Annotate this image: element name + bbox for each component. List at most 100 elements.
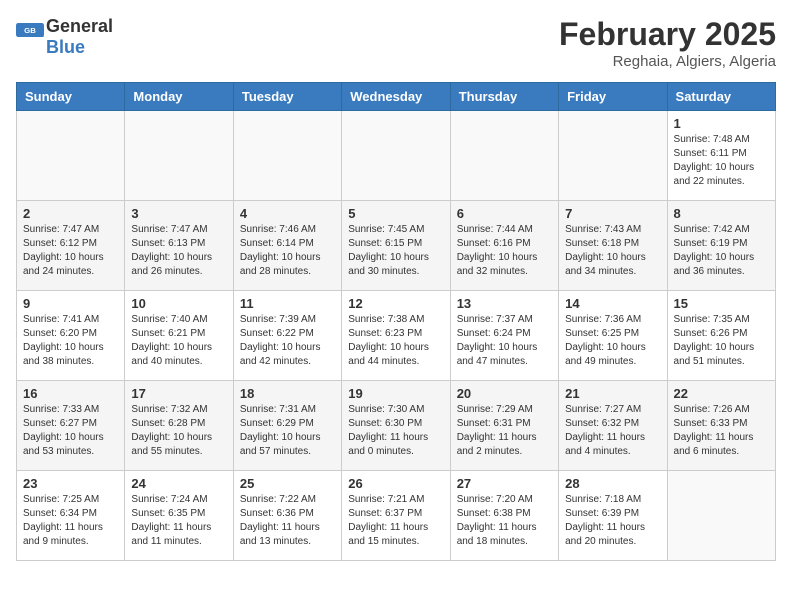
calendar-cell: 19 Sunrise: 7:30 AM Sunset: 6:30 PM Dayli… bbox=[342, 381, 450, 471]
day-number: 24 bbox=[131, 476, 226, 491]
day-number: 4 bbox=[240, 206, 335, 221]
day-number: 15 bbox=[674, 296, 769, 311]
month-title: February 2025 bbox=[559, 16, 776, 53]
calendar-cell: 5 Sunrise: 7:45 AM Sunset: 6:15 PM Daylig… bbox=[342, 201, 450, 291]
weekday-header-friday: Friday bbox=[559, 83, 667, 111]
day-info: Sunrise: 7:29 AM Sunset: 6:31 PM Dayligh… bbox=[457, 403, 552, 459]
calendar-cell: 18 Sunrise: 7:31 AM Sunset: 6:29 PM Dayli… bbox=[233, 381, 341, 471]
calendar-week-5: 23 Sunrise: 7:25 AM Sunset: 6:34 PM Dayli… bbox=[17, 471, 776, 561]
calendar-cell: 16Sunrise: 7:33 AM Sunset: 6:27 PM Dayli… bbox=[17, 381, 125, 471]
day-number: 27 bbox=[457, 476, 552, 491]
calendar-cell: 20 Sunrise: 7:29 AM Sunset: 6:31 PM Dayli… bbox=[450, 381, 558, 471]
day-info: Sunrise: 7:31 AM Sunset: 6:29 PM Dayligh… bbox=[240, 403, 335, 459]
day-number: 9 bbox=[23, 296, 118, 311]
page-header: GB General Blue February 2025 Reghaia, A… bbox=[16, 16, 776, 70]
calendar-week-1: 1Sunrise: 7:48 AM Sunset: 6:11 PM Daylig… bbox=[17, 111, 776, 201]
day-info: Sunrise: 7:44 AM Sunset: 6:16 PM Dayligh… bbox=[457, 223, 552, 279]
calendar-cell: 26 Sunrise: 7:21 AM Sunset: 6:37 PM Dayli… bbox=[342, 471, 450, 561]
calendar-cell: 13 Sunrise: 7:37 AM Sunset: 6:24 PM Dayli… bbox=[450, 291, 558, 381]
day-info: Sunrise: 7:35 AM Sunset: 6:26 PM Dayligh… bbox=[674, 313, 769, 369]
day-number: 13 bbox=[457, 296, 552, 311]
day-info: Sunrise: 7:30 AM Sunset: 6:30 PM Dayligh… bbox=[348, 403, 443, 459]
day-number: 3 bbox=[131, 206, 226, 221]
calendar-cell bbox=[667, 471, 775, 561]
day-number: 20 bbox=[457, 386, 552, 401]
day-info: Sunrise: 7:41 AM Sunset: 6:20 PM Dayligh… bbox=[23, 313, 118, 369]
day-info: Sunrise: 7:22 AM Sunset: 6:36 PM Dayligh… bbox=[240, 493, 335, 549]
weekday-header-row: SundayMondayTuesdayWednesdayThursdayFrid… bbox=[17, 83, 776, 111]
day-info: Sunrise: 7:32 AM Sunset: 6:28 PM Dayligh… bbox=[131, 403, 226, 459]
day-info: Sunrise: 7:47 AM Sunset: 6:12 PM Dayligh… bbox=[23, 223, 118, 279]
weekday-header-saturday: Saturday bbox=[667, 83, 775, 111]
day-info: Sunrise: 7:38 AM Sunset: 6:23 PM Dayligh… bbox=[348, 313, 443, 369]
calendar-cell: 9 Sunrise: 7:41 AM Sunset: 6:20 PM Daylig… bbox=[17, 291, 125, 381]
calendar-cell: 4 Sunrise: 7:46 AM Sunset: 6:14 PM Daylig… bbox=[233, 201, 341, 291]
day-info: Sunrise: 7:18 AM Sunset: 6:39 PM Dayligh… bbox=[565, 493, 660, 549]
weekday-header-tuesday: Tuesday bbox=[233, 83, 341, 111]
logo-icon: GB bbox=[16, 23, 44, 51]
calendar-cell: 14 Sunrise: 7:36 AM Sunset: 6:25 PM Dayli… bbox=[559, 291, 667, 381]
calendar-table: SundayMondayTuesdayWednesdayThursdayFrid… bbox=[16, 82, 776, 561]
svg-text:GB: GB bbox=[24, 26, 36, 35]
weekday-header-monday: Monday bbox=[125, 83, 233, 111]
day-number: 12 bbox=[348, 296, 443, 311]
calendar-week-4: 16Sunrise: 7:33 AM Sunset: 6:27 PM Dayli… bbox=[17, 381, 776, 471]
day-info: Sunrise: 7:21 AM Sunset: 6:37 PM Dayligh… bbox=[348, 493, 443, 549]
day-number: 7 bbox=[565, 206, 660, 221]
calendar-cell: 1Sunrise: 7:48 AM Sunset: 6:11 PM Daylig… bbox=[667, 111, 775, 201]
day-info: Sunrise: 7:39 AM Sunset: 6:22 PM Dayligh… bbox=[240, 313, 335, 369]
calendar-cell: 8Sunrise: 7:42 AM Sunset: 6:19 PM Daylig… bbox=[667, 201, 775, 291]
day-number: 19 bbox=[348, 386, 443, 401]
calendar-cell: 27 Sunrise: 7:20 AM Sunset: 6:38 PM Dayli… bbox=[450, 471, 558, 561]
day-number: 11 bbox=[240, 296, 335, 311]
calendar-week-2: 2Sunrise: 7:47 AM Sunset: 6:12 PM Daylig… bbox=[17, 201, 776, 291]
calendar-cell: 3 Sunrise: 7:47 AM Sunset: 6:13 PM Daylig… bbox=[125, 201, 233, 291]
calendar-cell: 10 Sunrise: 7:40 AM Sunset: 6:21 PM Dayli… bbox=[125, 291, 233, 381]
calendar-cell: 6 Sunrise: 7:44 AM Sunset: 6:16 PM Daylig… bbox=[450, 201, 558, 291]
day-number: 21 bbox=[565, 386, 660, 401]
day-info: Sunrise: 7:36 AM Sunset: 6:25 PM Dayligh… bbox=[565, 313, 660, 369]
day-info: Sunrise: 7:37 AM Sunset: 6:24 PM Dayligh… bbox=[457, 313, 552, 369]
day-number: 22 bbox=[674, 386, 769, 401]
day-number: 17 bbox=[131, 386, 226, 401]
calendar-cell: 15 Sunrise: 7:35 AM Sunset: 6:26 PM Dayli… bbox=[667, 291, 775, 381]
calendar-cell: 2Sunrise: 7:47 AM Sunset: 6:12 PM Daylig… bbox=[17, 201, 125, 291]
day-number: 23 bbox=[23, 476, 118, 491]
day-number: 5 bbox=[348, 206, 443, 221]
calendar-cell bbox=[559, 111, 667, 201]
day-number: 18 bbox=[240, 386, 335, 401]
calendar-cell bbox=[17, 111, 125, 201]
calendar-cell: 23 Sunrise: 7:25 AM Sunset: 6:34 PM Dayli… bbox=[17, 471, 125, 561]
logo-general: General bbox=[46, 16, 113, 36]
weekday-header-wednesday: Wednesday bbox=[342, 83, 450, 111]
weekday-header-sunday: Sunday bbox=[17, 83, 125, 111]
location: Reghaia, Algiers, Algeria bbox=[559, 53, 776, 70]
day-number: 26 bbox=[348, 476, 443, 491]
day-info: Sunrise: 7:46 AM Sunset: 6:14 PM Dayligh… bbox=[240, 223, 335, 279]
calendar-cell: 7 Sunrise: 7:43 AM Sunset: 6:18 PM Daylig… bbox=[559, 201, 667, 291]
calendar-week-3: 9 Sunrise: 7:41 AM Sunset: 6:20 PM Daylig… bbox=[17, 291, 776, 381]
day-info: Sunrise: 7:47 AM Sunset: 6:13 PM Dayligh… bbox=[131, 223, 226, 279]
day-info: Sunrise: 7:20 AM Sunset: 6:38 PM Dayligh… bbox=[457, 493, 552, 549]
day-info: Sunrise: 7:40 AM Sunset: 6:21 PM Dayligh… bbox=[131, 313, 226, 369]
day-info: Sunrise: 7:24 AM Sunset: 6:35 PM Dayligh… bbox=[131, 493, 226, 549]
day-info: Sunrise: 7:26 AM Sunset: 6:33 PM Dayligh… bbox=[674, 403, 769, 459]
day-number: 28 bbox=[565, 476, 660, 491]
day-info: Sunrise: 7:25 AM Sunset: 6:34 PM Dayligh… bbox=[23, 493, 118, 549]
day-number: 25 bbox=[240, 476, 335, 491]
calendar-cell bbox=[342, 111, 450, 201]
day-number: 6 bbox=[457, 206, 552, 221]
calendar-cell: 28 Sunrise: 7:18 AM Sunset: 6:39 PM Dayli… bbox=[559, 471, 667, 561]
day-number: 8 bbox=[674, 206, 769, 221]
day-number: 16 bbox=[23, 386, 118, 401]
logo-blue: Blue bbox=[46, 37, 85, 57]
title-block: February 2025 Reghaia, Algiers, Algeria bbox=[559, 16, 776, 70]
calendar-cell bbox=[125, 111, 233, 201]
calendar-cell: 12 Sunrise: 7:38 AM Sunset: 6:23 PM Dayli… bbox=[342, 291, 450, 381]
calendar-cell: 25 Sunrise: 7:22 AM Sunset: 6:36 PM Dayli… bbox=[233, 471, 341, 561]
day-info: Sunrise: 7:43 AM Sunset: 6:18 PM Dayligh… bbox=[565, 223, 660, 279]
day-number: 14 bbox=[565, 296, 660, 311]
day-number: 10 bbox=[131, 296, 226, 311]
logo: GB General Blue bbox=[16, 16, 113, 58]
day-info: Sunrise: 7:45 AM Sunset: 6:15 PM Dayligh… bbox=[348, 223, 443, 279]
